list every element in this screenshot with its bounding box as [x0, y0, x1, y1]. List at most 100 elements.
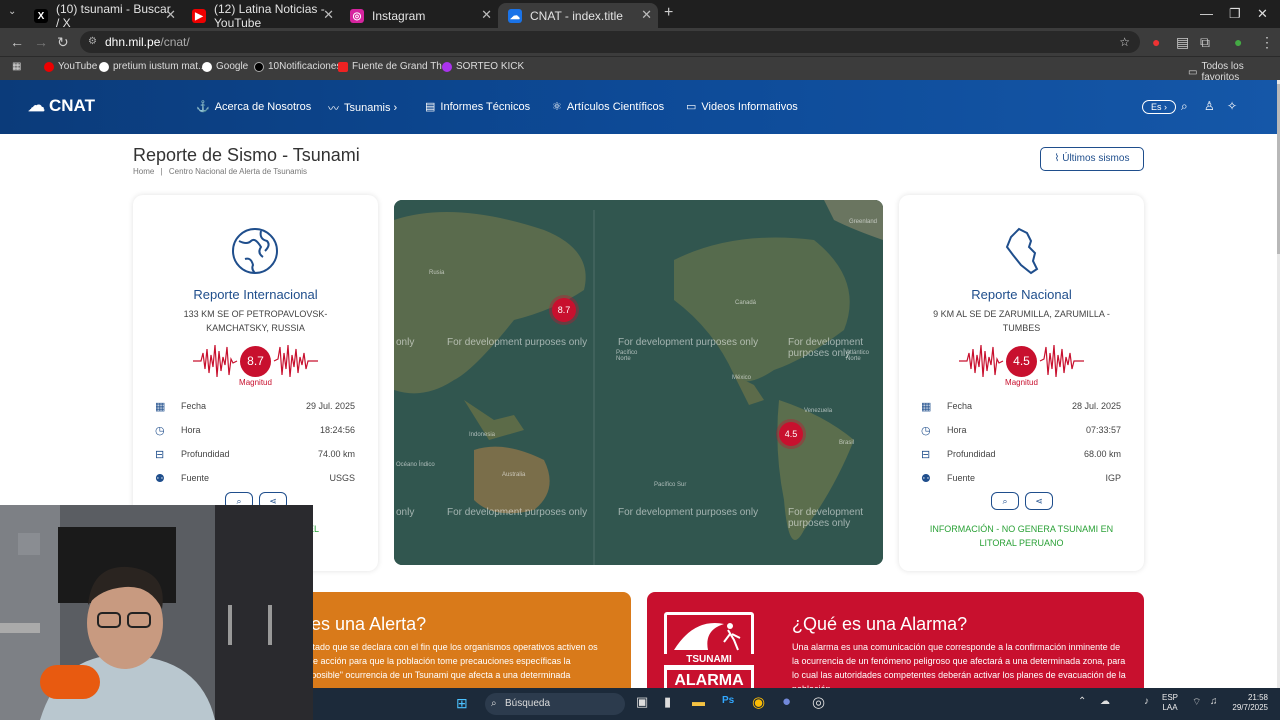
- tsunami-info: INFORMACIÓN - NO GENERA TSUNAMI EN LITOR…: [929, 524, 1114, 548]
- map-label: Greenland: [849, 219, 878, 225]
- row-label: Profundidad: [181, 449, 230, 459]
- file-explorer-icon[interactable]: ▬: [692, 694, 705, 709]
- nav-tsunamis[interactable]: 〰 Tsunamis ›: [328, 100, 397, 116]
- site-info-icon[interactable]: ⚙: [88, 31, 97, 53]
- bookmark-pretium[interactable]: pretium iustum mat...: [99, 61, 206, 72]
- magnitude-badge: 4.5: [1006, 346, 1037, 377]
- x-logo-icon: X: [34, 9, 48, 23]
- lightbulb-icon[interactable]: ✧: [1227, 99, 1237, 113]
- bookmark-star-icon[interactable]: ☆: [1119, 31, 1130, 53]
- ultimos-sismos-button[interactable]: ⌇ Últimos sismos: [1040, 147, 1144, 171]
- tab-youtube[interactable]: ▶ (12) Latina Noticias - YouTube ✕: [182, 2, 340, 30]
- extension-icon[interactable]: ●: [1152, 34, 1160, 50]
- profile-avatar[interactable]: ●: [1234, 34, 1242, 50]
- bookmark-youtube[interactable]: YouTube: [44, 61, 97, 72]
- new-tab-icon[interactable]: +: [664, 4, 673, 22]
- row-label: Profundidad: [947, 449, 996, 459]
- video-icon: ▭: [686, 101, 697, 113]
- bookmark-grand-theft[interactable]: Fuente de Grand Th...: [338, 61, 450, 72]
- button-label: Últimos sismos: [1062, 153, 1130, 164]
- microphone-icon[interactable]: ♪: [1144, 696, 1149, 707]
- search-icon[interactable]: ⌕: [1181, 99, 1188, 114]
- url-bar[interactable]: ⚙ dhn.mil.pe/cnat/ ☆: [80, 31, 1140, 53]
- activity-icon: ⌇: [1054, 153, 1060, 164]
- peru-map-icon: [1005, 227, 1039, 275]
- extensions-puzzle-icon[interactable]: ⧉: [1200, 34, 1210, 51]
- discord-icon[interactable]: ●: [782, 693, 791, 710]
- row-value: IGP: [1105, 473, 1121, 483]
- tab-x-search[interactable]: X (10) tsunami - Buscar / X ✕: [24, 2, 182, 30]
- breadcrumb-home[interactable]: Home: [133, 167, 154, 176]
- badge-top-text: TSUNAMI: [664, 654, 754, 665]
- language-selector[interactable]: Es ›: [1142, 100, 1176, 114]
- tab-instagram[interactable]: ◎ Instagram ✕: [340, 3, 498, 28]
- minimize-icon[interactable]: —: [1200, 6, 1213, 21]
- map-label: Venezuela: [804, 408, 833, 414]
- clock-icon: ◷: [155, 424, 165, 437]
- nav-articulos[interactable]: ⚛ Artículos Científicos: [552, 100, 664, 114]
- magnitude-label: Magnitud: [239, 378, 272, 387]
- search-label: Búsqueda: [505, 698, 551, 709]
- magnitude-badge: 8.7: [240, 346, 271, 377]
- volume-icon[interactable]: ♫: [1210, 696, 1218, 707]
- restore-icon[interactable]: ❐: [1229, 6, 1241, 22]
- menu-kebab-icon[interactable]: ⋮: [1260, 34, 1274, 51]
- clock-time: 21:58: [1247, 693, 1268, 702]
- bookmark-10notificaciones[interactable]: 10Notificaciones: [254, 61, 341, 72]
- system-clock[interactable]: 21:58 29/7/2025: [1226, 693, 1268, 713]
- nav-acerca[interactable]: ⚓ Acerca de Nosotros: [196, 100, 311, 114]
- language-indicator[interactable]: ESP LAA: [1162, 693, 1178, 713]
- world-map[interactable]: only For development purposes only For d…: [394, 200, 883, 565]
- quake-marker-national[interactable]: 4.5: [779, 422, 803, 446]
- wifi-icon[interactable]: ⌔: [1192, 696, 1201, 709]
- bookmark-google[interactable]: Google: [202, 61, 248, 72]
- calendar-icon: ▦: [921, 400, 932, 413]
- nav-videos[interactable]: ▭ Videos Informativos: [686, 100, 798, 114]
- tab-search-icon[interactable]: ⌄: [8, 6, 16, 17]
- search-icon[interactable]: ⌕: [991, 492, 1019, 510]
- map-label: Pacífico Sur: [654, 482, 687, 488]
- nav-informes[interactable]: ▤ Informes Técnicos: [425, 100, 530, 114]
- back-icon[interactable]: ←: [10, 34, 24, 50]
- alerta-panel: é es una Alerta? stado que se declara co…: [282, 592, 631, 692]
- close-tab-icon[interactable]: ✕: [165, 7, 176, 23]
- bookmark-label: Fuente de Grand Th...: [352, 61, 451, 72]
- folder-icon: ▭: [1188, 66, 1198, 78]
- map-label: Brasil: [839, 440, 855, 446]
- reload-icon[interactable]: ↻: [57, 34, 69, 51]
- share-icon[interactable]: ⋖: [1025, 492, 1053, 510]
- map-label: Rusia: [429, 270, 445, 276]
- bookmark-label: SORTEO KICK: [456, 61, 525, 72]
- tray-chevron-icon[interactable]: ⌃: [1078, 696, 1086, 707]
- card-actions: ⌕ ⋖: [991, 492, 1053, 510]
- close-window-icon[interactable]: ✕: [1257, 6, 1268, 22]
- apps-grid-icon[interactable]: ▦: [12, 61, 21, 72]
- alarma-panel: TSUNAMI ALARMA ¿Qué es una Alarma? Una a…: [647, 592, 1144, 694]
- obs-icon[interactable]: ◎: [812, 693, 825, 711]
- close-tab-icon[interactable]: ✕: [481, 7, 492, 23]
- bookmark-label: Google: [216, 61, 249, 72]
- chrome-icon[interactable]: ◉: [752, 693, 765, 711]
- task-view-icon[interactable]: ▣: [636, 694, 648, 710]
- tab-cnat[interactable]: ☁ CNAT - index.title ✕: [498, 3, 658, 28]
- map-watermark: only: [396, 507, 415, 518]
- taskbar-search[interactable]: ⌕ Búsqueda: [485, 693, 625, 715]
- row-label: Fecha: [181, 401, 207, 411]
- user-icon[interactable]: ♙: [1204, 99, 1215, 113]
- extension-icon[interactable]: ▤: [1176, 34, 1189, 51]
- google-icon: [99, 61, 109, 72]
- app-icon[interactable]: ▮: [664, 694, 671, 710]
- depth-icon: ⊟: [921, 448, 931, 461]
- photoshop-icon[interactable]: Ps: [722, 695, 734, 706]
- url-path: /cnat/: [160, 35, 190, 49]
- close-tab-icon[interactable]: ✕: [641, 7, 652, 23]
- bookmark-sorteo-kick[interactable]: SORTEO KICK: [442, 61, 524, 72]
- cnat-logo[interactable]: ☁ CNAT: [28, 96, 95, 116]
- windows-start-icon[interactable]: ⊞: [456, 695, 468, 712]
- quake-marker-international[interactable]: 8.7: [552, 298, 576, 322]
- map-watermark: For development purposes only: [618, 337, 759, 348]
- close-tab-icon[interactable]: ✕: [323, 7, 334, 23]
- forward-icon[interactable]: →: [34, 34, 48, 50]
- source-row: ⚉ Fuente IGP: [921, 471, 1121, 485]
- onedrive-icon[interactable]: ☁: [1100, 696, 1110, 707]
